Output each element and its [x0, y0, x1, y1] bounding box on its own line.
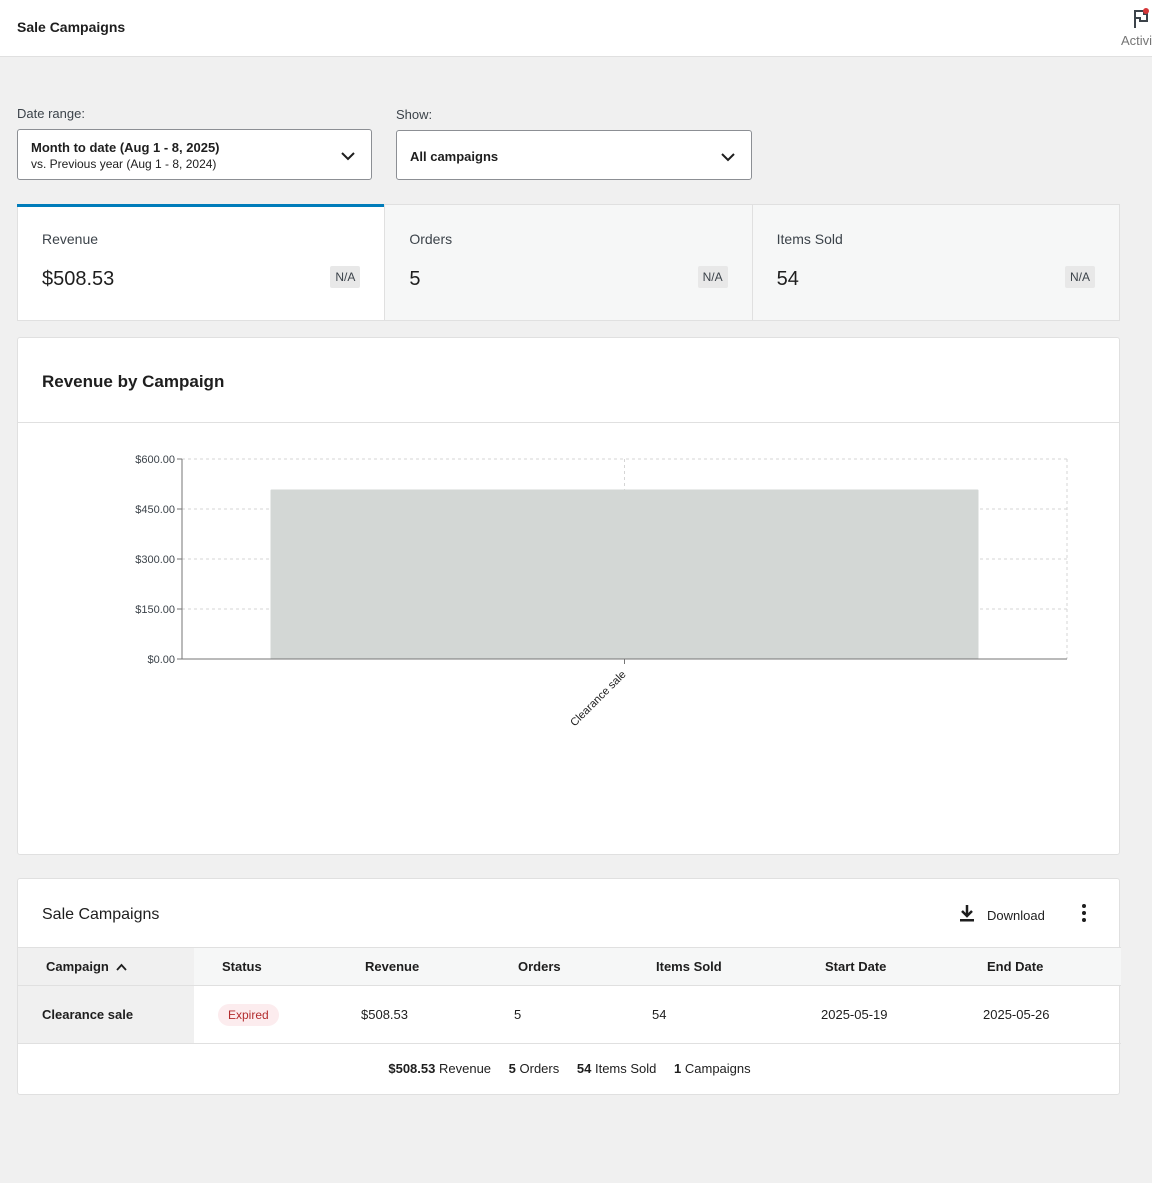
activity-label: Activi [1121, 33, 1152, 48]
chart-card: Revenue by Campaign $0.00 $150.00 $300.00 $… [17, 337, 1120, 855]
chevron-up-icon [116, 959, 128, 974]
activity-button[interactable]: Activi [1118, 6, 1152, 50]
column-label: Campaign [46, 959, 109, 974]
summary-value: $508.53 [42, 268, 115, 290]
column-header-items-sold[interactable]: Items Sold [628, 947, 797, 986]
column-header-campaign[interactable]: Campaign [18, 947, 194, 986]
chevron-down-icon [341, 148, 355, 166]
cell-status: Expired [194, 985, 337, 1044]
top-bar: Sale Campaigns Activi [0, 0, 1152, 57]
x-tick-label: Clearance sale [568, 669, 628, 729]
show-value: All campaigns [410, 149, 499, 164]
total-label: Revenue [438, 1061, 492, 1076]
y-tick-label: $300.00 [135, 554, 175, 566]
chart-title: Revenue by Campaign [42, 372, 225, 391]
summary-label: Revenue [42, 231, 99, 247]
cell-start-date: 2025-05-19 [797, 985, 959, 1044]
column-header-end-date[interactable]: End Date [959, 947, 1121, 986]
summary-delta: N/A [697, 266, 728, 288]
y-tick-label: $450.00 [135, 504, 175, 516]
column-header-orders[interactable]: Orders [490, 947, 628, 986]
page-title: Sale Campaigns [17, 19, 126, 35]
summary-value: 54 [776, 268, 799, 290]
summary-value: 5 [409, 268, 421, 290]
column-header-status[interactable]: Status [194, 947, 337, 986]
download-button[interactable]: Download [959, 903, 1045, 927]
show-label: Show: [396, 107, 433, 122]
summary-label: Items Sold [776, 231, 843, 247]
summary-orders[interactable]: Orders 5 N/A [385, 205, 753, 320]
y-tick-label: $150.00 [135, 604, 175, 616]
total-value: 1 [674, 1061, 682, 1076]
table-header-row: Campaign Status Revenue Orders Items Sol… [18, 947, 1121, 986]
status-badge: Expired [218, 1003, 279, 1026]
column-header-start-date[interactable]: Start Date [797, 947, 959, 986]
date-range-label: Date range: [17, 106, 85, 121]
table-summary: $508.53 Revenue 5 Orders 54 Items Sold 1… [18, 1061, 1121, 1076]
total-value: $508.53 [388, 1061, 436, 1076]
cell-orders: 5 [490, 985, 628, 1044]
summary-revenue-total: $508.53 Revenue [388, 1061, 491, 1076]
summary-items-sold[interactable]: Items Sold 54 N/A [753, 205, 1119, 320]
table-title: Sale Campaigns [42, 906, 160, 923]
table-card: Sale Campaigns Download Campaign Status … [17, 878, 1121, 1095]
date-range-primary: Month to date (Aug 1 - 8, 2025) [31, 140, 220, 155]
date-range-select[interactable]: Month to date (Aug 1 - 8, 2025) vs. Prev… [17, 129, 372, 180]
total-label: Campaigns [684, 1061, 751, 1076]
total-value: 54 [576, 1061, 592, 1076]
total-label: Items Sold [594, 1061, 657, 1076]
summary-campaigns-total: 1 Campaigns [674, 1061, 751, 1076]
show-select[interactable]: All campaigns [396, 130, 752, 180]
flag-icon [1133, 8, 1151, 35]
campaigns-table: Campaign Status Revenue Orders Items Sol… [18, 947, 1121, 1044]
summary-numbers: Revenue $508.53 N/A Orders 5 N/A Items S… [16, 204, 1120, 321]
y-tick-label: $0.00 [147, 654, 175, 666]
cell-items-sold: 54 [628, 985, 797, 1044]
summary-delta: N/A [330, 266, 361, 288]
table-row: Clearance sale Expired $508.53 5 54 2025… [18, 985, 1121, 1044]
more-dot [1082, 911, 1086, 915]
more-options-button[interactable] [1076, 901, 1092, 927]
more-dot [1082, 904, 1086, 908]
summary-orders-total: 5 Orders [509, 1061, 560, 1076]
summary-delta: N/A [1064, 266, 1095, 288]
cell-end-date: 2025-05-26 [959, 985, 1121, 1044]
column-header-revenue[interactable]: Revenue [337, 947, 490, 986]
summary-label: Orders [409, 231, 453, 247]
download-icon [959, 904, 975, 927]
more-dot [1082, 918, 1086, 922]
cell-revenue: $508.53 [337, 985, 490, 1044]
chevron-down-icon [721, 149, 735, 167]
total-label: Orders [519, 1061, 560, 1076]
cell-campaign: Clearance sale [18, 985, 194, 1044]
download-label: Download [987, 907, 1045, 923]
bar [270, 489, 979, 659]
summary-revenue[interactable]: Revenue $508.53 N/A [16, 204, 386, 320]
date-range-secondary: vs. Previous year (Aug 1 - 8, 2024) [31, 157, 217, 171]
total-value: 5 [508, 1061, 516, 1076]
revenue-chart: $0.00 $150.00 $300.00 $450.00 $600.00 Clearan… [135, 454, 1068, 729]
y-tick-label: $600.00 [135, 454, 175, 466]
summary-items-total: 54 Items Sold [577, 1061, 657, 1076]
